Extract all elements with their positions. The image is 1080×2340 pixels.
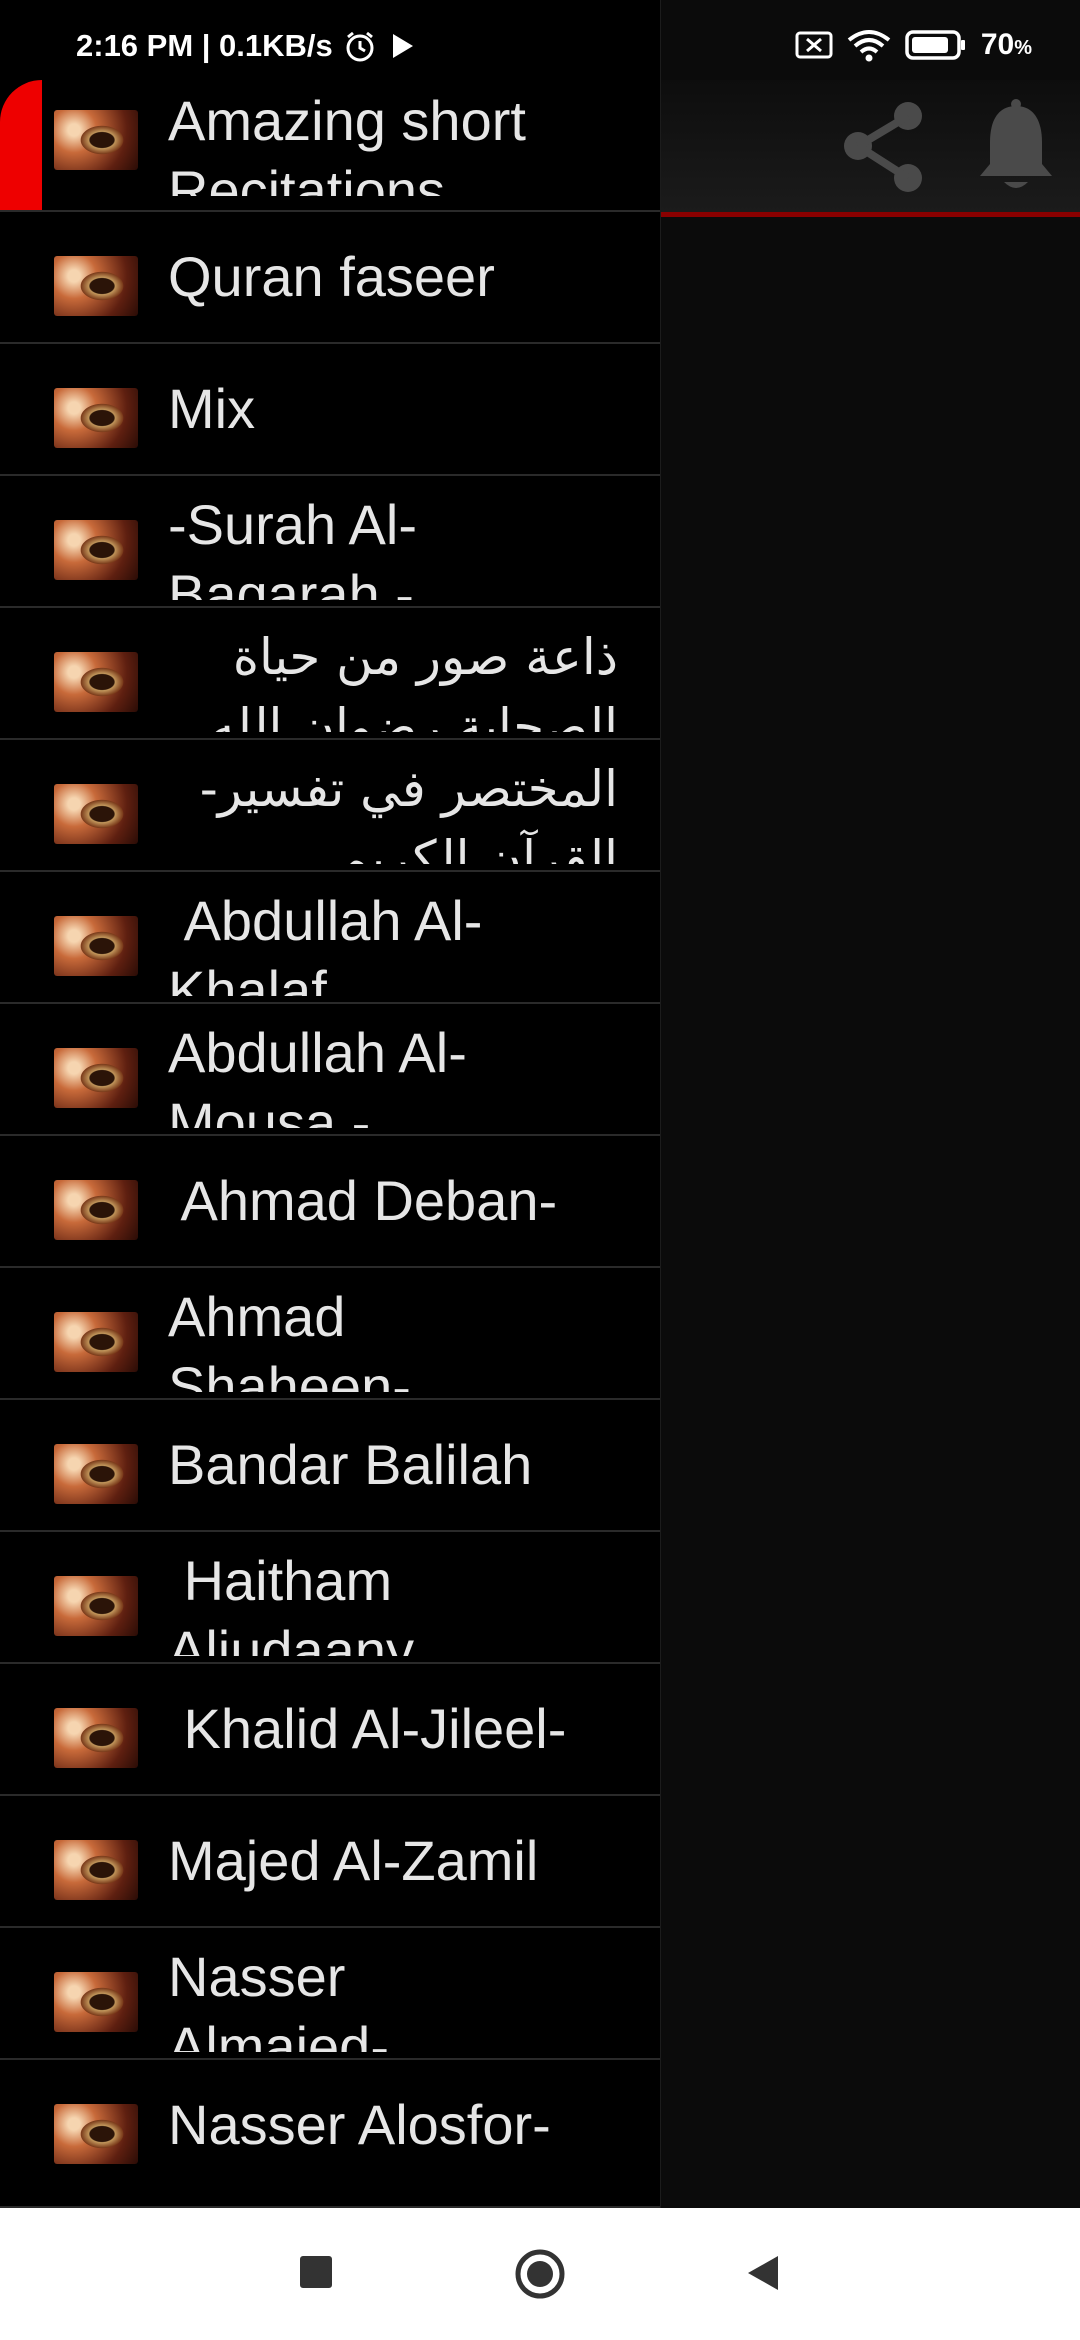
drawer-item-abdullah-al-mousa[interactable]: Abdullah Al-Mousa -	[0, 1004, 660, 1136]
drawer-item-amazing-short-recitations[interactable]: Amazing short Recitations	[0, 80, 660, 212]
drawer-item-label: Quran faseer	[168, 245, 495, 308]
quran-thumbnail-icon	[54, 916, 138, 976]
quran-thumbnail-icon	[54, 520, 138, 580]
home-circle-icon[interactable]	[514, 2248, 566, 2300]
drawer-item-quran-faseer[interactable]: Quran faseer	[0, 212, 660, 344]
alarm-icon	[346, 31, 374, 62]
share-icon[interactable]	[836, 98, 932, 194]
quran-thumbnail-icon	[54, 1312, 138, 1372]
status-time: 2:16 PM | 0.1KB/s	[76, 28, 333, 63]
drawer-item-majed-al-zamil[interactable]: Majed Al-Zamil	[0, 1796, 660, 1928]
drawer-item-nasser-almajed[interactable]: Nasser Almajed-	[0, 1928, 660, 2060]
quran-thumbnail-icon	[54, 1048, 138, 1108]
drawer-item-tafsir-mukhtasar[interactable]: المختصر في تفسير- القرآن الكريم	[0, 740, 660, 872]
recents-square-icon[interactable]	[298, 2254, 334, 2290]
drawer-item-haitham-aljudaany[interactable]: Haitham Aljudaany	[0, 1532, 660, 1664]
drawer-item-label: Khalid Al-Jileel-	[168, 1697, 567, 1760]
quran-thumbnail-icon	[54, 1576, 138, 1636]
drawer-item-label: -Surah Al-Baqarah -	[168, 493, 417, 600]
system-nav-bar	[0, 2208, 1080, 2340]
quran-thumbnail-icon	[54, 110, 138, 170]
quran-thumbnail-icon	[54, 784, 138, 844]
drawer-item-sahaba-stories[interactable]: ذاعة صور من حياة الصحابة رضوان الله	[0, 608, 660, 740]
drawer-item-ahmad-shaheen[interactable]: Ahmad Shaheen-	[0, 1268, 660, 1400]
quran-thumbnail-icon	[54, 256, 138, 316]
drawer-item-bandar-balilah[interactable]: Bandar Balilah	[0, 1400, 660, 1532]
drawer-item-label: المختصر في تفسير- القرآن الكريم	[199, 760, 618, 864]
drawer-item-label: Bandar Balilah	[168, 1433, 533, 1496]
drawer-item-mix[interactable]: Mix	[0, 344, 660, 476]
play-icon	[392, 34, 413, 58]
back-triangle-icon[interactable]	[744, 2254, 780, 2292]
quran-thumbnail-icon	[54, 388, 138, 448]
quran-thumbnail-icon	[54, 1972, 138, 2032]
quran-thumbnail-icon	[54, 1840, 138, 1900]
drawer-item-abdullah-al-khalaf[interactable]: Abdullah Al-Khalaf	[0, 872, 660, 1004]
drawer-item-label: Abdullah Al-Khalaf	[168, 889, 483, 996]
app-toolbar	[660, 80, 1080, 217]
drawer-item-label: Ahmad Deban-	[168, 1169, 558, 1232]
drawer-item-nasser-alosfor[interactable]: Nasser Alosfor-	[0, 2060, 660, 2208]
drawer-item-label: Majed Al-Zamil	[168, 1829, 539, 1892]
quran-thumbnail-icon	[54, 1708, 138, 1768]
drawer-item-khalid-al-jileel[interactable]: Khalid Al-Jileel-	[0, 1664, 660, 1796]
drawer-item-label: Abdullah Al-Mousa -	[168, 1021, 467, 1128]
wifi-icon	[847, 30, 891, 62]
quran-thumbnail-icon	[54, 652, 138, 712]
screen: 2:16 PM | 0.1KB/s 70% Amazing short Reci…	[0, 0, 1080, 2340]
drawer-item-surah-al-baqarah[interactable]: -Surah Al-Baqarah -	[0, 476, 660, 608]
drawer-item-label: Nasser Alosfor-	[168, 2093, 551, 2156]
drawer-item-label: Haitham Aljudaany	[168, 1549, 414, 1656]
status-bar: 2:16 PM | 0.1KB/s 70%	[0, 0, 1080, 80]
drawer-item-label: Mix	[168, 377, 256, 440]
drawer-item-label: ذاعة صور من حياة الصحابة رضوان الله	[209, 628, 618, 732]
quran-thumbnail-icon	[54, 2104, 138, 2164]
battery-percent: 70%	[980, 28, 1032, 61]
drawer-item-label: Amazing short Recitations	[168, 89, 526, 196]
navigation-drawer: Amazing short Recitations Quran faseer M…	[0, 0, 661, 2208]
quran-thumbnail-icon	[54, 1180, 138, 1240]
drawer-item-label: Ahmad Shaheen-	[168, 1285, 411, 1392]
quran-thumbnail-icon	[54, 1444, 138, 1504]
sim-x-icon	[795, 31, 833, 59]
battery-icon	[905, 30, 965, 60]
bell-icon[interactable]	[974, 98, 1058, 194]
drawer-item-ahmad-deban[interactable]: Ahmad Deban-	[0, 1136, 660, 1268]
drawer-item-label: Nasser Almajed-	[168, 1945, 389, 2052]
